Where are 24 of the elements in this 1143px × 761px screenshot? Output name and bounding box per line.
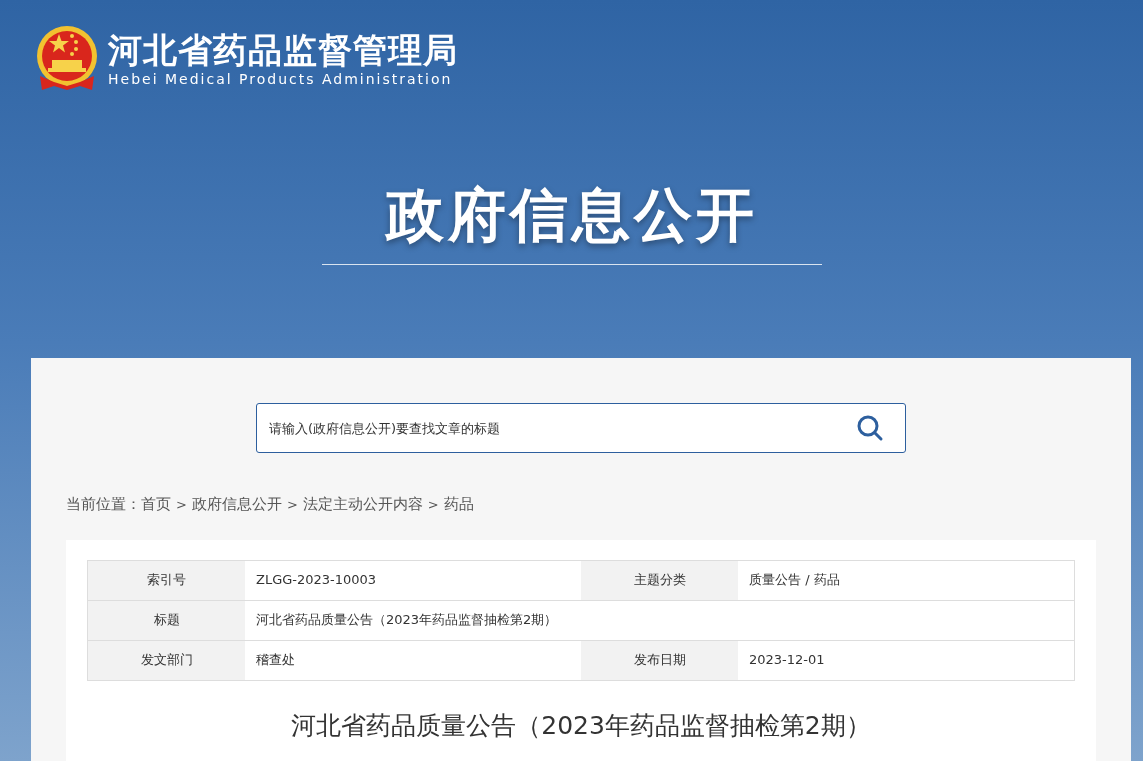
breadcrumb-separator: > <box>286 495 298 514</box>
table-label-cell: 标题 <box>88 600 245 640</box>
table-value-cell-text: ZLGG-2023-10003 <box>255 571 378 590</box>
table-value-cell-text: 质量公告 / 药品 <box>748 571 841 590</box>
breadcrumb-link[interactable]: 法定主动公开内容 <box>302 493 423 516</box>
table-label-cell: 发布日期 <box>581 640 738 680</box>
section-title: 政府信息公开 <box>385 180 758 250</box>
breadcrumb-link[interactable]: 首页 <box>141 493 171 516</box>
breadcrumb-label: 当前位置： <box>66 494 141 515</box>
breadcrumb-separator: > <box>427 495 439 514</box>
table-value-cell-text: 2023-12-01 <box>748 651 826 670</box>
breadcrumb-link[interactable]: 药品 <box>443 493 474 516</box>
table-label-cell: 发文部门 <box>88 640 245 680</box>
breadcrumb-separator: > <box>176 495 187 514</box>
table-label-cell: 索引号 <box>88 560 245 600</box>
org-name: 河北省药品监督管理局 <box>108 30 458 70</box>
org-name-english: Hebei Medical Products Administration <box>108 70 454 88</box>
search-icon[interactable] <box>856 414 884 442</box>
table-value-cell-text: 稽查处 <box>255 651 296 670</box>
table-value-cell-text: 河北省药品质量公告（2023年药品监督抽检第2期） <box>255 611 559 630</box>
search-field[interactable]: 请输入(政府信息公开)要查找文章的标题 <box>256 403 906 453</box>
article-title: 河北省药品质量公告（2023年药品监督抽检第2期） <box>291 709 871 742</box>
breadcrumb-link[interactable]: 政府信息公开 <box>191 493 282 516</box>
table-label-cell: 主题分类 <box>581 560 738 600</box>
